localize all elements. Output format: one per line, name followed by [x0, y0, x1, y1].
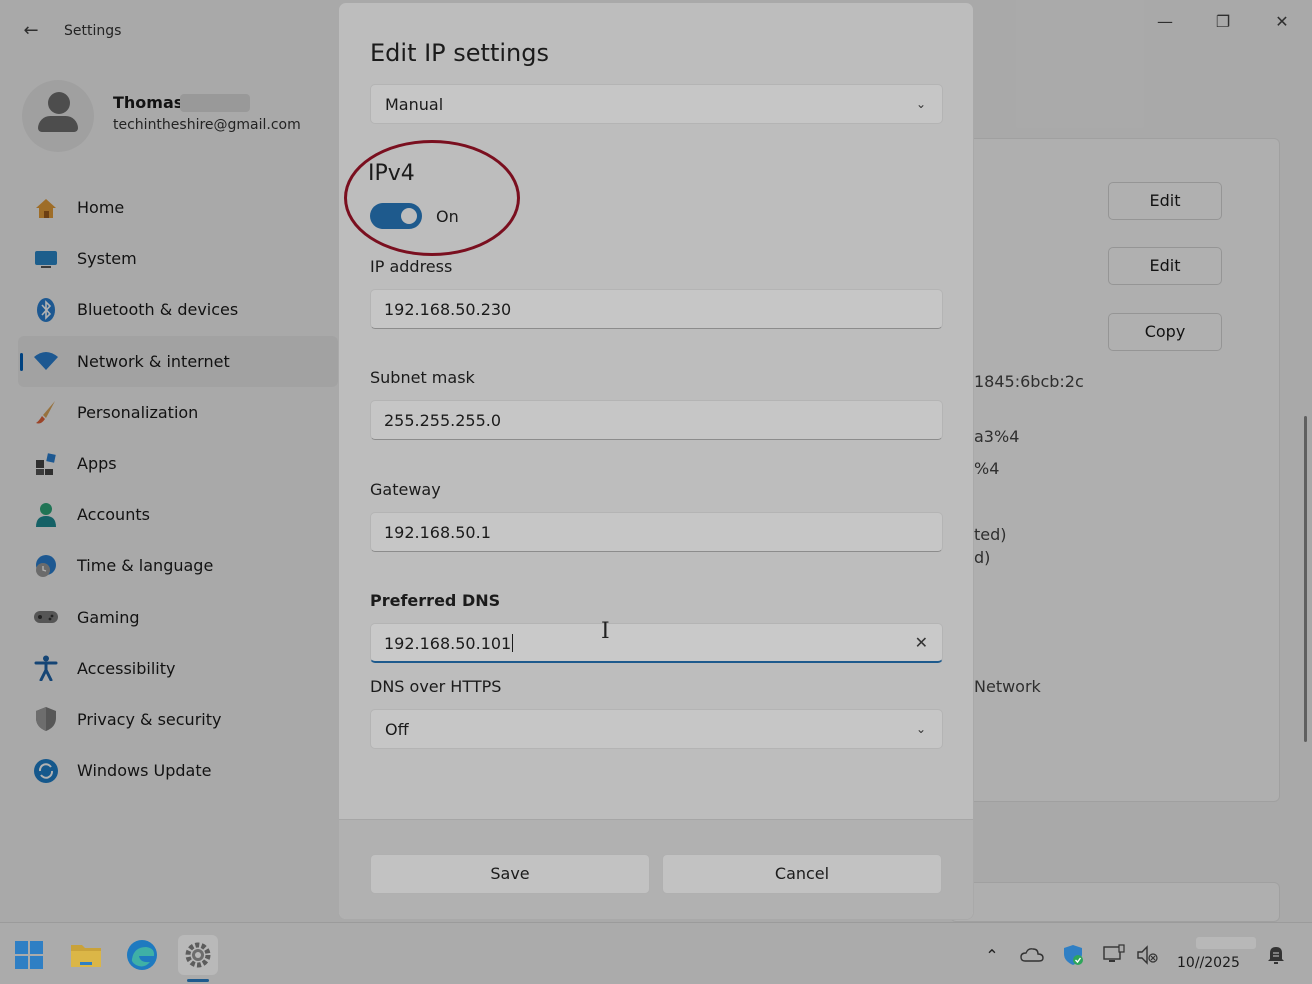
start-icon [15, 941, 43, 969]
file-explorer-button[interactable] [66, 935, 106, 975]
ip-address-value: 192.168.50.230 [384, 300, 512, 319]
ip-address-label: IP address [370, 257, 453, 276]
volume-muted-icon[interactable] [1136, 943, 1160, 967]
taskbar: ⌃ 10/‌‌/2025 [0, 922, 1312, 984]
clear-input-icon[interactable]: ✕ [915, 633, 928, 652]
preferred-dns-input[interactable]: 192.168.50.101 ✕ [370, 623, 943, 663]
show-hidden-icons-button[interactable]: ⌃ [980, 943, 1004, 967]
ip-mode-dropdown[interactable]: Manual ⌄ [370, 84, 943, 124]
ip-mode-value: Manual [385, 95, 444, 114]
preferred-dns-value: 192.168.50.101 [384, 634, 512, 653]
chevron-down-icon: ⌄ [915, 722, 926, 736]
subnet-mask-label: Subnet mask [370, 368, 475, 387]
dns-over-https-value: Off [385, 720, 409, 739]
text-caret [512, 634, 514, 652]
dialog-title: Edit IP settings [370, 39, 549, 67]
ip-address-input[interactable]: 192.168.50.230 [370, 289, 943, 329]
dns-over-https-dropdown[interactable]: Off ⌄ [370, 709, 943, 749]
settings-taskbar-button[interactable] [178, 935, 218, 975]
taskbar-date[interactable]: 10/‌‌/2025 [1177, 955, 1240, 971]
onedrive-icon[interactable] [1020, 943, 1044, 967]
gateway-label: Gateway [370, 480, 441, 499]
chevron-down-icon: ⌄ [915, 97, 926, 111]
redacted-time [1196, 937, 1256, 949]
subnet-mask-value: 255.255.255.0 [384, 411, 502, 430]
cancel-button[interactable]: Cancel [662, 854, 942, 894]
active-app-indicator [187, 979, 209, 982]
ibeam-cursor-icon: I [601, 619, 610, 644]
preferred-dns-label: Preferred DNS [370, 591, 501, 610]
edge-icon [127, 940, 157, 970]
dns-over-https-label: DNS over HTTPS [370, 677, 502, 696]
subnet-mask-input[interactable]: 255.255.255.0 [370, 400, 943, 440]
save-button[interactable]: Save [370, 854, 650, 894]
edge-button[interactable] [122, 935, 162, 975]
settings-icon [185, 942, 211, 968]
edit-ip-settings-dialog: Edit IP settings Manual ⌄ IPv4 On IP add… [338, 2, 974, 920]
gateway-input[interactable]: 192.168.50.1 [370, 512, 943, 552]
network-status-icon[interactable] [1102, 943, 1126, 967]
start-button[interactable] [9, 935, 49, 975]
gateway-value: 192.168.50.1 [384, 523, 491, 542]
windows-security-icon[interactable] [1062, 943, 1086, 967]
chevron-up-icon: ⌃ [985, 945, 999, 965]
annotation-circle [344, 140, 520, 256]
notifications-icon[interactable] [1264, 943, 1288, 967]
dialog-footer: Save Cancel [339, 819, 973, 919]
file-explorer-icon [71, 945, 101, 967]
